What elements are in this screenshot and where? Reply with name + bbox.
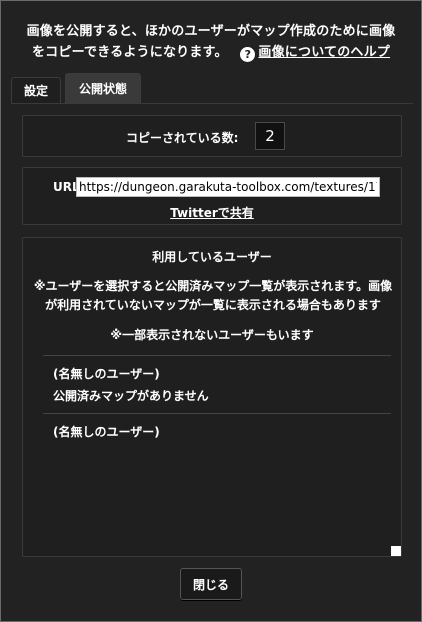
- intro-line-1: 画像を公開すると、ほかのユーザーがマップ作成のために画像: [26, 24, 396, 39]
- user-name: (名無しのユーザー): [53, 367, 160, 381]
- url-field[interactable]: [76, 177, 380, 197]
- user-detail: 公開済みマップがありません: [53, 389, 209, 403]
- tab-settings[interactable]: 設定: [11, 77, 61, 103]
- close-button[interactable]: 閉じる: [180, 568, 242, 600]
- tab-bar: 設定 公開状態: [11, 73, 413, 104]
- help-link[interactable]: ? 画像についてのヘルプ: [240, 45, 391, 62]
- user-list-item[interactable]: (名無しのユーザー): [43, 413, 391, 449]
- image-publish-dialog: 画像を公開すると、ほかのユーザーがマップ作成のために画像 をコピーできるようにな…: [0, 0, 422, 622]
- url-panel: URL: Twitterで共有: [22, 167, 402, 225]
- help-link-label: 画像についてのヘルプ: [258, 45, 391, 60]
- twitter-share-link[interactable]: Twitterで共有: [23, 204, 401, 221]
- users-panel: 利用しているユーザー ※ユーザーを選択すると公開済みマップ一覧が表示されます。画…: [22, 237, 402, 557]
- question-icon: ?: [240, 47, 256, 62]
- user-name: (名無しのユーザー): [53, 425, 160, 439]
- users-title: 利用しているユーザー: [152, 250, 272, 264]
- user-list: (名無しのユーザー) 公開済みマップがありません (名無しのユーザー): [43, 355, 391, 449]
- intro-line-2-text: をコピーできるようになります。: [31, 45, 228, 60]
- users-note: ※ユーザーを選択すると公開済みマップ一覧が表示されます。画像が利用されていないマ…: [33, 279, 393, 312]
- intro-line-2: をコピーできるようになります。 ? 画像についてのヘルプ: [1, 42, 421, 63]
- copy-count-panel: コピーされている数: 2: [22, 115, 402, 157]
- user-list-item[interactable]: (名無しのユーザー) 公開済みマップがありません: [43, 355, 391, 413]
- resize-handle[interactable]: [391, 546, 401, 556]
- users-note-partial: ※一部表示されないユーザーもいます: [110, 328, 314, 342]
- intro-text: 画像を公開すると、ほかのユーザーがマップ作成のために画像 をコピーできるようにな…: [1, 21, 421, 63]
- copy-count-label: コピーされている数:: [126, 131, 239, 145]
- copy-count-value: 2: [255, 122, 285, 150]
- tab-publish-status[interactable]: 公開状態: [65, 73, 141, 103]
